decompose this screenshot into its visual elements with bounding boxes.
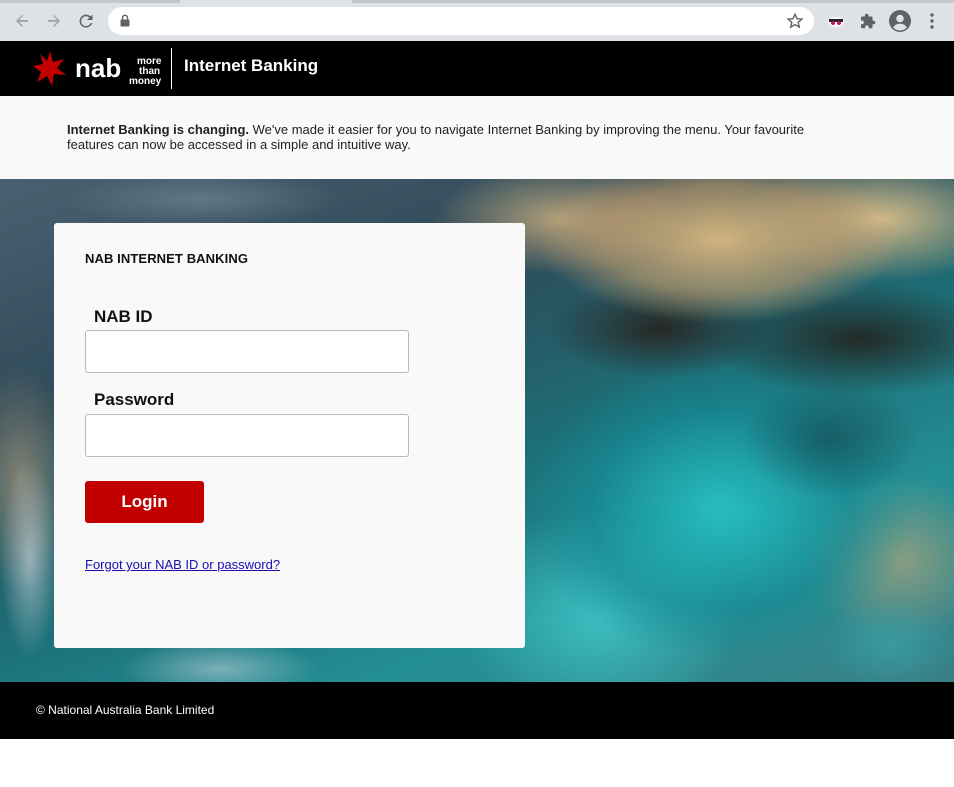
nab-star-icon (33, 51, 66, 86)
forward-arrow-icon[interactable] (42, 9, 66, 33)
profile-icon[interactable] (888, 9, 912, 33)
forgot-credentials-link[interactable]: Forgot your NAB ID or password? (85, 557, 280, 572)
logo-divider (171, 48, 172, 89)
nab-id-label: NAB ID (94, 307, 153, 326)
back-arrow-icon[interactable] (10, 9, 34, 33)
hero-detail (0, 459, 60, 659)
tab-strip (0, 0, 180, 3)
address-bar[interactable] (108, 7, 814, 35)
site-header: nab more than money Internet Banking (0, 41, 954, 96)
site-footer: © National Australia Bank Limited (0, 682, 954, 739)
nab-id-input[interactable] (85, 330, 409, 373)
incognito-extension-icon[interactable] (824, 9, 848, 33)
browser-toolbar (0, 0, 954, 41)
notice-text: Internet Banking is changing. We've made… (67, 122, 827, 152)
kebab-menu-icon[interactable] (920, 9, 944, 33)
lock-icon (120, 14, 130, 32)
login-card: NAB INTERNET BANKING NAB ID Password Log… (54, 223, 525, 648)
hero-detail (820, 599, 954, 682)
puzzle-icon[interactable] (856, 9, 880, 33)
notice-banner: Internet Banking is changing. We've made… (0, 96, 954, 179)
copyright-text: © National Australia Bank Limited (36, 703, 215, 717)
login-card-title: NAB INTERNET BANKING (85, 251, 249, 266)
login-button[interactable]: Login (85, 481, 204, 523)
star-icon[interactable] (786, 12, 804, 35)
password-label: Password (94, 390, 175, 409)
tab-strip-right (352, 0, 954, 3)
notice-bold: Internet Banking is changing. (67, 122, 250, 137)
nab-logo[interactable]: nab more than money (33, 51, 173, 89)
password-input[interactable] (85, 414, 409, 457)
logo-wordmark: nab (75, 53, 121, 83)
hero-detail (740, 379, 920, 499)
url-input[interactable] (142, 11, 772, 31)
reload-icon[interactable] (74, 9, 98, 33)
page-title: Internet Banking (184, 56, 319, 75)
tagline-line-3: money (129, 76, 162, 87)
